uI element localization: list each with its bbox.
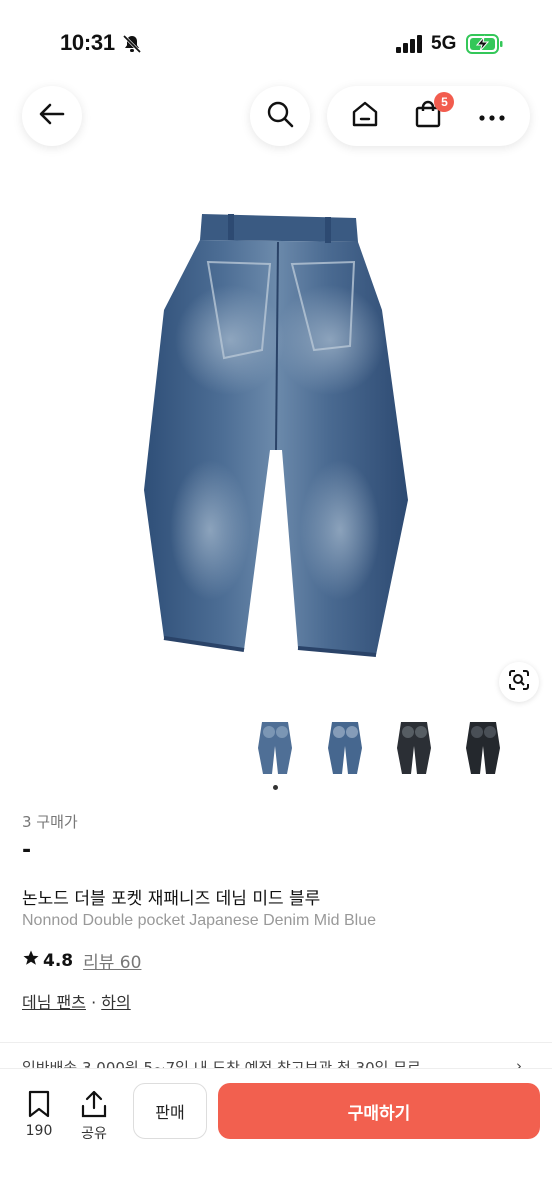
thumbnail-mid-blue-back[interactable]	[254, 718, 296, 778]
rating-score: 4.8	[43, 950, 74, 971]
divider	[0, 1042, 552, 1043]
product-title-en: Nonnod Double pocket Japanese Denim Mid …	[22, 912, 376, 929]
thumbnail-strip	[0, 718, 552, 778]
more-button[interactable]	[472, 96, 512, 136]
buy-button[interactable]: 구매하기	[218, 1083, 540, 1139]
thumbnail-black-back-alt[interactable]	[462, 718, 504, 778]
silent-bell-icon	[122, 34, 142, 58]
share-icon	[80, 1089, 108, 1123]
carousel-indicator	[273, 785, 278, 790]
product-image[interactable]	[120, 200, 432, 670]
search-button[interactable]	[250, 86, 310, 146]
home-icon	[350, 99, 380, 133]
status-bar: 10:31 5G	[0, 0, 552, 80]
back-button[interactable]	[22, 86, 82, 146]
thumbnail-mid-blue-back-alt[interactable]	[324, 718, 366, 778]
lens-search-button[interactable]	[499, 662, 539, 702]
nav-actions: 5	[327, 86, 530, 146]
category-separator: ·	[91, 993, 97, 1012]
price: -	[22, 838, 32, 863]
category-breadcrumb: 데님 팬츠 · 하의	[22, 989, 131, 1013]
save-count: 190	[25, 1123, 53, 1139]
star-icon	[22, 949, 40, 972]
battery-charging-icon	[466, 34, 504, 58]
category-bottoms[interactable]: 하의	[101, 993, 130, 1012]
lens-search-icon	[507, 668, 531, 696]
more-icon	[478, 107, 506, 126]
back-arrow-icon	[37, 99, 67, 133]
status-time: 10:31	[60, 30, 115, 55]
reviews-link[interactable]: 리뷰 60	[83, 948, 141, 973]
share-label: 공유	[81, 1126, 107, 1142]
sell-button[interactable]: 판매	[133, 1083, 207, 1139]
home-button[interactable]	[345, 96, 385, 136]
cart-button[interactable]: 5	[408, 92, 455, 136]
save-button[interactable]: 190	[25, 1089, 53, 1139]
bookmark-icon	[25, 1089, 53, 1123]
search-icon	[265, 99, 295, 133]
cart-count-badge: 5	[434, 92, 455, 112]
product-title: 논노드 더블 포켓 재패니즈 데님 미드 블루	[22, 889, 321, 909]
network-type: 5G	[431, 33, 457, 54]
bottom-action-bar: 190 공유 판매 구매하기	[0, 1068, 552, 1201]
category-denim-pants[interactable]: 데님 팬츠	[22, 993, 86, 1012]
rating-row: 4.8 리뷰 60	[22, 948, 141, 973]
signal-icon	[396, 35, 424, 57]
buy-count: 3 구매가	[22, 813, 78, 831]
thumbnail-black-back[interactable]	[393, 718, 435, 778]
share-button[interactable]: 공유	[80, 1089, 108, 1143]
